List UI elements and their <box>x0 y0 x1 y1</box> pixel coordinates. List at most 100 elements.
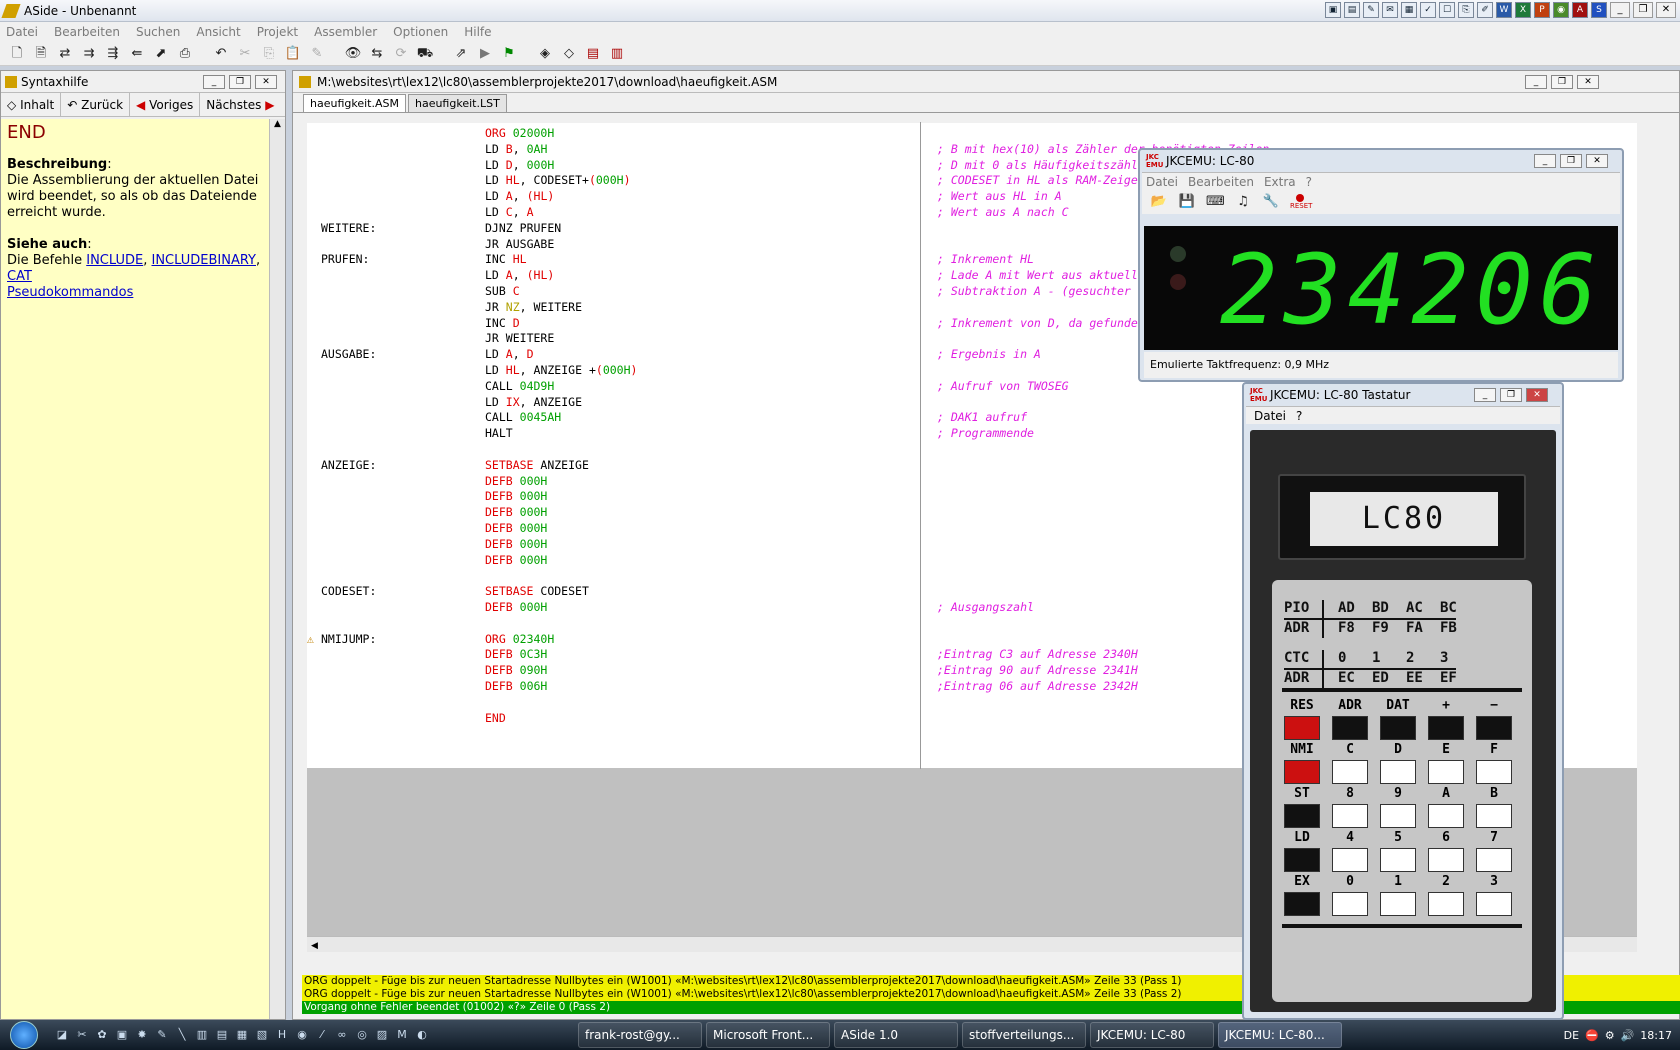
tray-icon[interactable]: ⛔ <box>1585 1029 1599 1042</box>
open-icon[interactable]: ⇄ <box>56 45 74 63</box>
ql-icon[interactable]: ▤ <box>1344 2 1360 18</box>
new-file-icon[interactable]: 🗋 <box>8 45 26 63</box>
ql-icon[interactable]: ╲ <box>174 1027 190 1043</box>
ql-icon[interactable]: ✓ <box>1420 2 1436 18</box>
print-icon[interactable]: ⎙ <box>176 45 194 63</box>
task-explorer[interactable]: stoffverteilungs... <box>962 1022 1086 1048</box>
ql-icon[interactable]: ✿ <box>94 1027 110 1043</box>
emulator-icon[interactable]: ◈ <box>536 45 554 63</box>
restore-button[interactable]: ❐ <box>1500 388 1522 402</box>
key-a[interactable] <box>1428 804 1464 828</box>
task-jkcemu-keyboard[interactable]: JKCEMU: LC-80... <box>1218 1022 1342 1048</box>
restore-button[interactable]: ❐ <box>229 74 251 89</box>
ql-icon[interactable]: ∞ <box>334 1027 350 1043</box>
ppt-icon[interactable]: P <box>1534 2 1550 18</box>
syntax-scrollbar[interactable]: ▲ <box>269 119 285 1019</box>
key-b[interactable] <box>1476 804 1512 828</box>
edit-icon[interactable]: ✎ <box>308 45 326 63</box>
ql-icon[interactable]: ✎ <box>1363 2 1379 18</box>
key-6[interactable] <box>1428 848 1464 872</box>
ql-icon[interactable]: ▣ <box>1325 2 1341 18</box>
key-9[interactable] <box>1380 804 1416 828</box>
help-icon[interactable]: ▥ <box>608 45 626 63</box>
ql-icon[interactable]: ▧ <box>254 1027 270 1043</box>
menu-suchen[interactable]: Suchen <box>136 25 180 39</box>
link-pseudokommandos[interactable]: Pseudokommandos <box>7 285 133 300</box>
close-button[interactable]: ✕ <box>1577 74 1599 89</box>
link-include[interactable]: INCLUDE <box>86 253 143 268</box>
volume-icon[interactable]: 🔊 <box>1621 1029 1635 1042</box>
minimize-button[interactable]: _ <box>1534 154 1556 168</box>
paste-icon[interactable]: 📋 <box>284 45 302 63</box>
task-thunderbird[interactable]: frank-rost@gy... <box>578 1022 702 1048</box>
save-icon[interactable]: 💾 <box>1178 193 1196 211</box>
ql-icon[interactable]: ◎ <box>354 1027 370 1043</box>
ql-icon[interactable]: ✉ <box>1382 2 1398 18</box>
key-ld[interactable] <box>1284 848 1320 872</box>
ql-icon[interactable]: ☐ <box>1439 2 1455 18</box>
menu-optionen[interactable]: Optionen <box>393 25 448 39</box>
key-7[interactable] <box>1476 848 1512 872</box>
word-icon[interactable]: W <box>1496 2 1512 18</box>
close-button[interactable]: ✕ <box>1526 388 1548 402</box>
open-project-icon[interactable]: ⇉ <box>80 45 98 63</box>
menu-projekt[interactable]: Projekt <box>257 25 298 39</box>
minimize-button[interactable]: _ <box>1525 74 1547 89</box>
key-dat[interactable] <box>1380 716 1416 740</box>
keyboard-icon[interactable]: ⌨ <box>1206 193 1225 211</box>
key-c[interactable] <box>1332 760 1368 784</box>
assemble-run-icon[interactable]: ⚑ <box>500 45 518 63</box>
goto-icon[interactable]: ⟳ <box>392 45 410 63</box>
ql-icon[interactable]: ✎ <box>154 1027 170 1043</box>
minimize-button[interactable]: _ <box>203 74 225 89</box>
doc-icon[interactable]: ▤ <box>584 45 602 63</box>
key-nmi[interactable] <box>1284 760 1320 784</box>
ql-icon[interactable]: ▤ <box>214 1027 230 1043</box>
new-text-icon[interactable]: 🗎 <box>32 45 50 63</box>
key-d[interactable] <box>1380 760 1416 784</box>
task-jkcemu[interactable]: JKCEMU: LC-80 <box>1090 1022 1214 1048</box>
run-icon[interactable]: ▶ <box>476 45 494 63</box>
settings-icon[interactable]: 🔧 <box>1262 193 1280 211</box>
nav-naechstes-button[interactable]: Nächstes ▶ <box>200 93 280 117</box>
clock[interactable]: 18:17 <box>1640 1029 1672 1042</box>
key-2[interactable] <box>1428 892 1464 916</box>
ql-icon[interactable]: ▥ <box>194 1027 210 1043</box>
key-f[interactable] <box>1476 760 1512 784</box>
save-all-icon[interactable]: ⇚ <box>128 45 146 63</box>
ql-icon[interactable]: ◪ <box>54 1027 70 1043</box>
nav-zurueck-button[interactable]: ↶ Zurück <box>61 92 131 117</box>
tab-haeufigkeit-asm[interactable]: haeufigkeit.ASM <box>303 94 406 112</box>
ql-icon[interactable]: ◉ <box>294 1027 310 1043</box>
language-indicator[interactable]: DE <box>1564 1029 1579 1042</box>
ql-icon[interactable]: ◐ <box>414 1027 430 1043</box>
menu-datei[interactable]: Datei <box>6 25 38 39</box>
key-plus[interactable] <box>1428 716 1464 740</box>
find-icon[interactable]: 👁 <box>344 45 362 63</box>
key-minus[interactable] <box>1476 716 1512 740</box>
ql-icon[interactable]: ▨ <box>374 1027 390 1043</box>
minimize-button[interactable]: _ <box>1610 2 1630 18</box>
minimize-button[interactable]: _ <box>1474 388 1496 402</box>
link-cat[interactable]: CAT <box>7 269 32 284</box>
ql-icon[interactable]: ▦ <box>234 1027 250 1043</box>
task-aside[interactable]: ASide 1.0 <box>834 1022 958 1048</box>
tray-icon[interactable]: ⚙ <box>1605 1029 1615 1042</box>
ql-icon[interactable]: ⁄ <box>314 1027 330 1043</box>
key-st[interactable] <box>1284 804 1320 828</box>
nav-voriges-button[interactable]: ◀ Voriges <box>130 92 201 117</box>
tab-haeufigkeit-lst[interactable]: haeufigkeit.LST <box>407 94 507 112</box>
key-3[interactable] <box>1476 892 1512 916</box>
replace-icon[interactable]: ⇆ <box>368 45 386 63</box>
close-button[interactable]: ✕ <box>1586 154 1608 168</box>
task-frontpage[interactable]: Microsoft Front... <box>706 1022 830 1048</box>
menu-extra[interactable]: Extra <box>1264 175 1296 189</box>
restore-button[interactable]: ❐ <box>1633 2 1653 18</box>
menu-datei[interactable]: Datei <box>1254 409 1286 423</box>
assemble-icon[interactable]: ⇗ <box>452 45 470 63</box>
bookmark-icon[interactable]: ⛟ <box>416 45 434 63</box>
menu-hilfe[interactable]: Hilfe <box>464 25 491 39</box>
copy-icon[interactable]: ⎘ <box>260 45 278 63</box>
restore-button[interactable]: ❐ <box>1551 74 1573 89</box>
ql-icon[interactable]: A <box>1572 2 1588 18</box>
